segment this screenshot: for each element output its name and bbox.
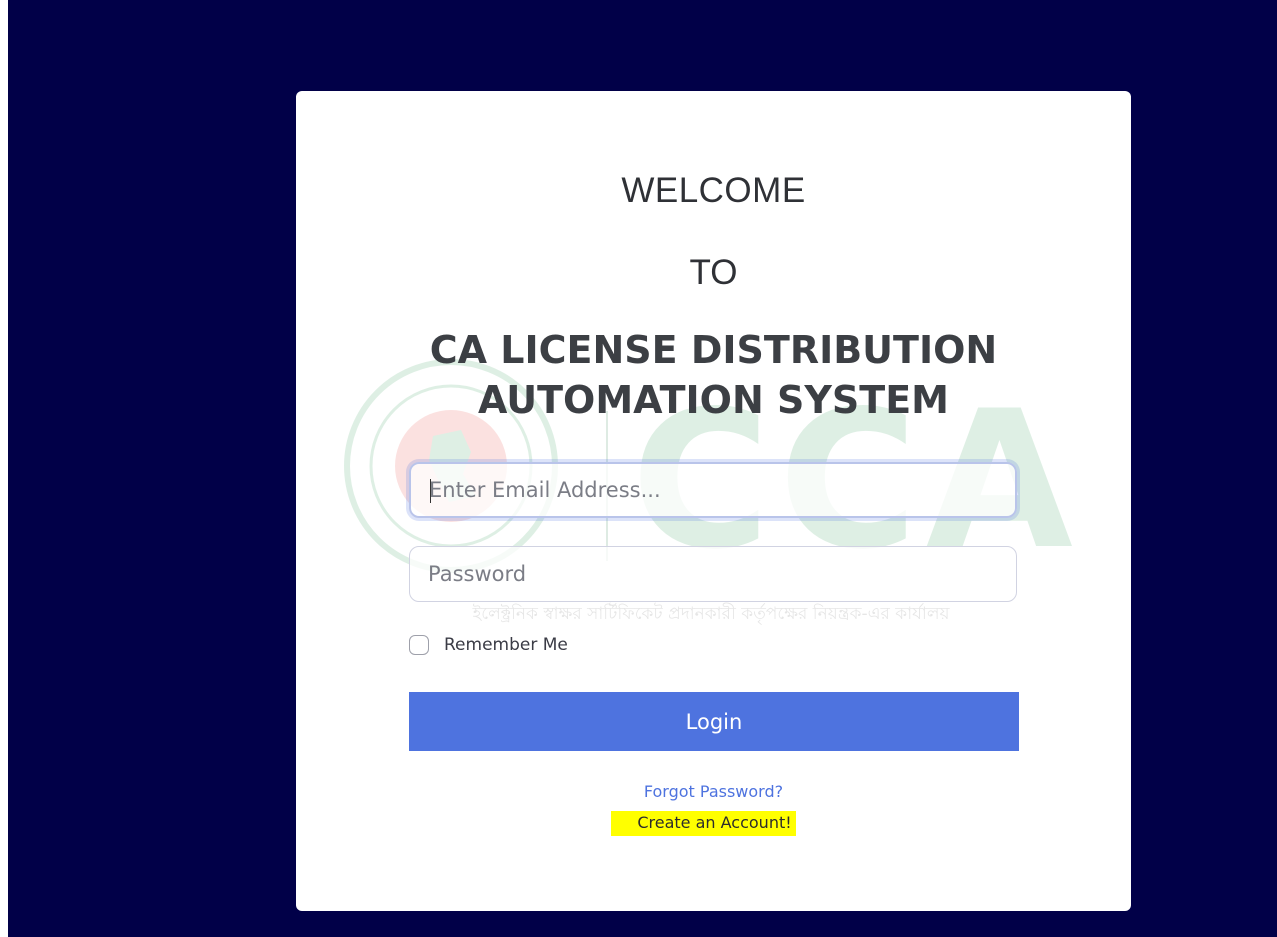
window-edge: [0, 0, 8, 937]
login-page: CCA ইলেক্ট্রনিক স্বাক্ষর সার্টিফিকেট প্র…: [0, 0, 1277, 937]
welcome-heading: WELCOME: [621, 171, 806, 210]
watermark-tagline-text: ইলেক্ট্রনিক স্বাক্ষর সার্টিফিকেট প্রদানক…: [471, 603, 950, 624]
create-account-link[interactable]: Create an Account!: [611, 811, 796, 836]
remember-me-checkbox[interactable]: [409, 635, 429, 655]
system-title-line2: AUTOMATION SYSTEM: [478, 378, 949, 422]
login-button[interactable]: Login: [409, 692, 1019, 751]
forgot-password-link[interactable]: Forgot Password?: [296, 782, 1131, 801]
to-heading: TO: [689, 253, 738, 292]
remember-me-label[interactable]: Remember Me: [444, 635, 568, 655]
email-input[interactable]: [409, 462, 1017, 518]
create-account-row: Create an Account!: [296, 811, 1131, 836]
watermark-tagline: ইলেক্ট্রনিক স্বাক্ষর সার্টিফিকেট প্রদানক…: [471, 603, 950, 624]
system-title-line1: CA LICENSE DISTRIBUTION: [429, 328, 998, 372]
text-cursor: [430, 479, 431, 503]
remember-me-row[interactable]: Remember Me: [409, 635, 568, 655]
login-card: CCA ইলেক্ট্রনিক স্বাক্ষর সার্টিফিকেট প্র…: [296, 91, 1131, 911]
system-title: CA LICENSE DISTRIBUTION AUTOMATION SYSTE…: [296, 325, 1131, 425]
password-input[interactable]: [409, 546, 1017, 602]
